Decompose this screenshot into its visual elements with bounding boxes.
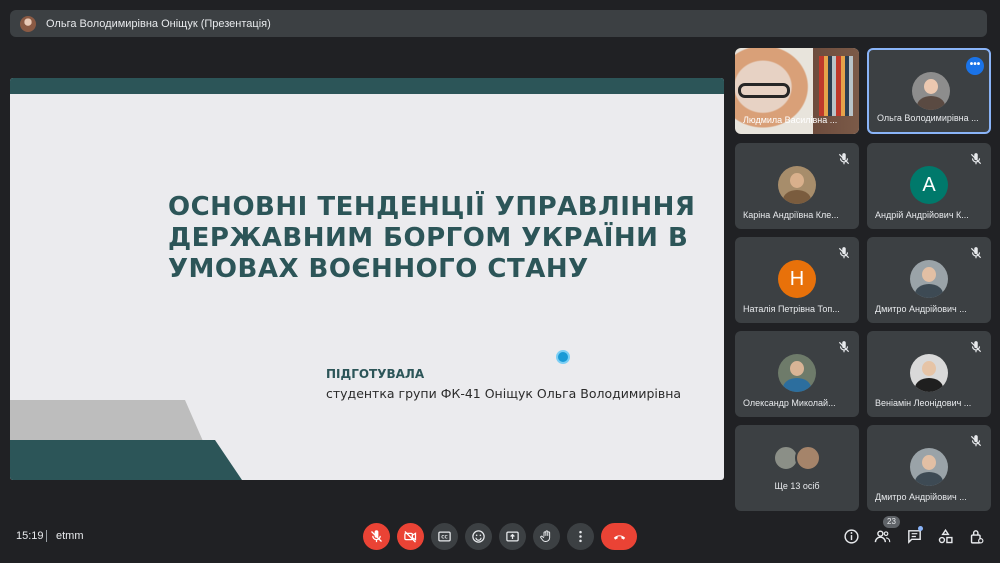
participant-name: Наталія Петрівна Топ...: [743, 304, 840, 314]
more-vert-icon: [579, 530, 582, 543]
mic-off-icon: [838, 247, 850, 259]
more-options-button[interactable]: [567, 523, 594, 550]
participant-avatar-small: [795, 445, 821, 471]
participant-name: Людмила Василівна ...: [743, 115, 838, 125]
participant-tile[interactable]: Веніамін Леонідович ...: [867, 331, 991, 417]
participant-avatar: [910, 354, 948, 392]
emoji-icon: [472, 530, 485, 543]
participant-avatar: A: [910, 166, 948, 204]
mic-off-icon: [970, 153, 982, 165]
participant-avatar: [912, 72, 950, 110]
hang-up-icon: [613, 535, 625, 540]
captions-button[interactable]: CC: [431, 523, 458, 550]
mic-off-icon: [838, 153, 850, 165]
captions-icon: CC: [438, 531, 451, 542]
participant-avatar: [910, 260, 948, 298]
participant-tile[interactable]: Олександр Миколай...: [735, 331, 859, 417]
more-options-icon[interactable]: •••: [966, 57, 984, 75]
mic-off-icon: [970, 435, 982, 447]
more-participants-tile[interactable]: Ще 13 осіб: [735, 425, 859, 511]
camera-off-icon: [404, 531, 417, 543]
participant-glasses: [738, 83, 790, 98]
slide-heading-line2: ДЕРЖАВНИМ БОРГОМ УКРАЇНИ В: [168, 223, 689, 253]
host-controls-icon[interactable]: [968, 528, 985, 545]
presentation-slide: ОСНОВНІ ТЕНДЕНЦІЇ УПРАВЛІННЯ ДЕРЖАВНИМ Б…: [10, 78, 724, 480]
meeting-code: etmm: [56, 530, 84, 542]
mic-off-icon: [838, 341, 850, 353]
mic-off-icon: [970, 247, 982, 259]
activities-icon[interactable]: [937, 528, 954, 545]
raise-hand-button[interactable]: [533, 523, 560, 550]
participant-avatar: [778, 166, 816, 204]
participant-tile-presenter[interactable]: ••• Ольга Володимирівна ...: [867, 48, 991, 134]
present-screen-icon: [506, 531, 519, 542]
participant-tile[interactable]: Каріна Андріївна Кле...: [735, 143, 859, 229]
prepared-by-label: ПІДГОТУВАЛА: [326, 367, 425, 381]
slide-heading-line1: ОСНОВНІ ТЕНДЕНЦІЇ УПРАВЛІННЯ: [168, 192, 696, 222]
participant-tile[interactable]: A Андрій Андрійович К...: [867, 143, 991, 229]
present-button[interactable]: [499, 523, 526, 550]
laser-pointer-icon: [556, 350, 570, 364]
mic-off-icon: [371, 530, 382, 543]
hand-icon: [540, 530, 551, 542]
participant-name: Андрій Андрійович К...: [875, 210, 969, 220]
people-icon[interactable]: [874, 528, 891, 545]
camera-button[interactable]: [397, 523, 424, 550]
participant-name: Каріна Андріївна Кле...: [743, 210, 839, 220]
participant-tile[interactable]: Дмитро Андрійович ...: [867, 237, 991, 323]
slide-heading: ОСНОВНІ ТЕНДЕНЦІЇ УПРАВЛІННЯ ДЕРЖАВНИМ Б…: [168, 192, 696, 285]
slide-heading-line3: УМОВАХ ВОЄННОГО СТАНУ: [168, 254, 589, 284]
mic-off-icon: [970, 341, 982, 353]
student-line: студентка групи ФК-41 Оніщук Ольга Волод…: [326, 386, 682, 401]
reactions-button[interactable]: [465, 523, 492, 550]
participants-count-badge: 23: [883, 516, 900, 528]
meeting-time: 15:19: [16, 530, 44, 542]
slide-top-strip: [10, 78, 724, 94]
participant-avatar: [778, 354, 816, 392]
participant-tile[interactable]: Н Наталія Петрівна Топ...: [735, 237, 859, 323]
meeting-details-icon[interactable]: [843, 528, 860, 545]
microphone-button[interactable]: [363, 523, 390, 550]
presenter-avatar: [20, 15, 36, 32]
presentation-title-bar: Ольга Володимирівна Оніщук (Презентація): [10, 10, 987, 37]
slide-decor-teal: [10, 440, 242, 480]
leave-call-button[interactable]: [601, 523, 637, 550]
more-participants-label: Ще 13 осіб: [774, 481, 820, 491]
svg-text:CC: CC: [441, 535, 447, 541]
participant-name: Ольга Володимирівна ...: [877, 113, 979, 123]
presentation-title: Ольга Володимирівна Оніщук (Презентація): [46, 17, 271, 30]
participant-tile[interactable]: Дмитро Андрійович ...: [867, 425, 991, 511]
books-background: [819, 56, 853, 116]
participant-avatar: Н: [778, 260, 816, 298]
participant-name: Дмитро Андрійович ...: [875, 492, 967, 502]
chat-notification-dot: [918, 526, 923, 531]
participant-avatar: [910, 448, 948, 486]
divider: [46, 530, 47, 542]
participant-tile-video[interactable]: Людмила Василівна ...: [735, 48, 859, 134]
participant-name: Дмитро Андрійович ...: [875, 304, 967, 314]
participant-name: Олександр Миколай...: [743, 398, 836, 408]
participant-name: Веніамін Леонідович ...: [875, 398, 972, 408]
